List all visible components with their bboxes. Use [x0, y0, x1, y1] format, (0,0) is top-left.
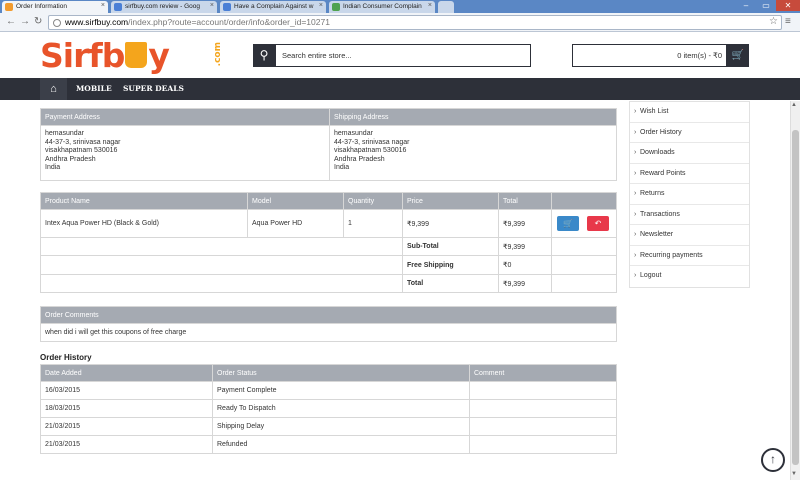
- browser-tab-bar: Order Information × sirfbuy.com review -…: [0, 0, 800, 13]
- column-header: Date Added: [40, 364, 213, 382]
- product-name: Intex Aqua Power HD (Black & Gold): [40, 209, 248, 238]
- tab-order-information[interactable]: Order Information ×: [2, 1, 108, 13]
- search-button[interactable]: ⚲: [253, 44, 275, 67]
- home-button[interactable]: ⌂: [40, 78, 67, 100]
- payment-address: hemasundar 44-37-3, srinivasa nagar visa…: [40, 125, 330, 181]
- sidebar-item-downloads[interactable]: › Downloads: [630, 143, 749, 164]
- column-header: Price: [402, 192, 499, 210]
- close-icon[interactable]: ×: [428, 2, 432, 9]
- table-row: Sub-Total ₹9,399: [40, 237, 617, 256]
- product-price: ₹9,399: [402, 209, 499, 238]
- cart-icon: 🛒: [731, 50, 745, 61]
- shipping-label: Free Shipping: [402, 255, 499, 275]
- home-icon: ⌂: [50, 83, 57, 95]
- comments-header: Order Comments: [40, 306, 617, 324]
- page-info-icon[interactable]: [53, 19, 61, 27]
- shipping-address: hemasundar 44-37-3, srinivasa nagar visa…: [329, 125, 617, 181]
- arrow-up-icon: ↑: [770, 452, 776, 466]
- browser-menu-icon[interactable]: ≡: [785, 16, 791, 27]
- site-logo[interactable]: Sirfb y .com: [40, 36, 223, 76]
- sidebar-item-reward-points[interactable]: › Reward Points: [630, 164, 749, 184]
- sidebar-item-returns[interactable]: › Returns: [630, 184, 749, 205]
- back-to-top-button[interactable]: ↑: [761, 448, 785, 472]
- address-bar[interactable]: www.sirfbuy.com/index.php?route=account/…: [48, 15, 782, 30]
- shipping-address-header: Shipping Address: [329, 108, 617, 126]
- maximize-icon[interactable]: ▭: [756, 0, 776, 11]
- column-header: Order Status: [212, 364, 470, 382]
- search-input[interactable]: [275, 44, 531, 67]
- product-total: ₹9,399: [498, 209, 552, 238]
- sidebar-item-logout[interactable]: › Logout: [630, 266, 749, 287]
- reorder-button[interactable]: 🛒: [557, 216, 579, 231]
- google-icon: [223, 3, 231, 11]
- new-tab-button[interactable]: [438, 1, 454, 13]
- product-actions: 🛒 ↶: [551, 209, 617, 238]
- total-value: ₹9,399: [498, 274, 552, 293]
- subtotal-value: ₹9,399: [498, 237, 552, 256]
- scrollbar-thumb[interactable]: [792, 130, 799, 465]
- scroll-up-icon[interactable]: ▲: [791, 102, 797, 108]
- tab-have-a-complain[interactable]: Have a Complain Against w ×: [220, 1, 326, 13]
- table-row: Total ₹9,399: [40, 274, 617, 293]
- undo-arrow-icon: ↶: [594, 219, 602, 228]
- cart-button[interactable]: 🛒: [727, 44, 749, 67]
- globe-icon: [332, 3, 340, 11]
- comment-text: when did i will get this coupons of free…: [40, 323, 617, 342]
- back-icon[interactable]: ←: [6, 16, 16, 28]
- table-row: 18/03/2015 Ready To Dispatch: [40, 399, 617, 418]
- close-icon[interactable]: ×: [319, 2, 323, 9]
- sidebar-item-order-history[interactable]: › Order History: [630, 123, 749, 143]
- close-icon[interactable]: ×: [101, 2, 105, 9]
- column-header: Quantity: [343, 192, 403, 210]
- browser-toolbar: ← → ↻ www.sirfbuy.com/index.php?route=ac…: [0, 13, 800, 32]
- scroll-down-icon[interactable]: ▼: [791, 471, 797, 477]
- cart-summary[interactable]: 0 item(s) - ₹0: [572, 44, 727, 67]
- google-icon: [114, 3, 122, 11]
- subtotal-label: Sub-Total: [402, 237, 499, 256]
- table-row: 16/03/2015 Payment Complete: [40, 381, 617, 400]
- return-button[interactable]: ↶: [587, 216, 609, 231]
- column-header: Model: [247, 192, 344, 210]
- shipping-value: ₹0: [498, 255, 552, 275]
- payment-address-header: Payment Address: [40, 108, 330, 126]
- nav-item-mobile[interactable]: MOBILE: [76, 78, 112, 100]
- minimize-icon[interactable]: –: [736, 0, 756, 11]
- table-row: Free Shipping ₹0: [40, 255, 617, 275]
- shopping-bag-icon: [125, 41, 148, 68]
- order-history-title: Order History: [40, 353, 92, 362]
- table-row: Intex Aqua Power HD (Black & Gold) Aqua …: [40, 209, 617, 238]
- table-row: 21/03/2015 Refunded: [40, 435, 617, 454]
- order-history-table: Date Added Order Status Comment 16/03/20…: [40, 364, 617, 454]
- account-sidebar: › Wish List › Order History › Downloads › Re…: [629, 101, 750, 288]
- order-comments-table: Order Comments when did i will get this …: [40, 306, 617, 342]
- product-quantity: 1: [343, 209, 403, 238]
- favicon-icon: [5, 3, 13, 11]
- bookmark-star-icon[interactable]: ☆: [769, 16, 778, 27]
- column-header: Product Name: [40, 192, 248, 210]
- forward-icon[interactable]: →: [20, 16, 30, 28]
- product-model: Aqua Power HD: [247, 209, 344, 238]
- close-window-icon[interactable]: ✕: [776, 0, 800, 11]
- sidebar-item-wish-list[interactable]: › Wish List: [630, 102, 749, 123]
- tab-sirfbuy-review[interactable]: sirfbuy.com review - Goog ×: [111, 1, 217, 13]
- tab-indian-consumer-complaints[interactable]: Indian Consumer Complain ×: [329, 1, 435, 13]
- products-table: Product Name Model Quantity Price Total …: [40, 192, 617, 293]
- nav-item-super-deals[interactable]: SUPER DEALS: [123, 78, 184, 100]
- sidebar-item-newsletter[interactable]: › Newsletter: [630, 225, 749, 246]
- cart-icon: 🛒: [563, 219, 573, 228]
- total-label: Total: [402, 274, 499, 293]
- sidebar-item-recurring-payments[interactable]: › Recurring payments: [630, 246, 749, 266]
- reload-icon[interactable]: ↻: [34, 16, 42, 28]
- close-icon[interactable]: ×: [210, 2, 214, 9]
- address-table: Payment Address Shipping Address hemasun…: [40, 108, 617, 181]
- column-header: Comment: [469, 364, 617, 382]
- sidebar-item-transactions[interactable]: › Transactions: [630, 205, 749, 225]
- main-nav: ⌂ MOBILE SUPER DEALS: [0, 78, 800, 100]
- search-icon: ⚲: [259, 48, 269, 62]
- table-row: 21/03/2015 Shipping Delay: [40, 417, 617, 436]
- column-header: Total: [498, 192, 552, 210]
- column-header: [551, 192, 617, 210]
